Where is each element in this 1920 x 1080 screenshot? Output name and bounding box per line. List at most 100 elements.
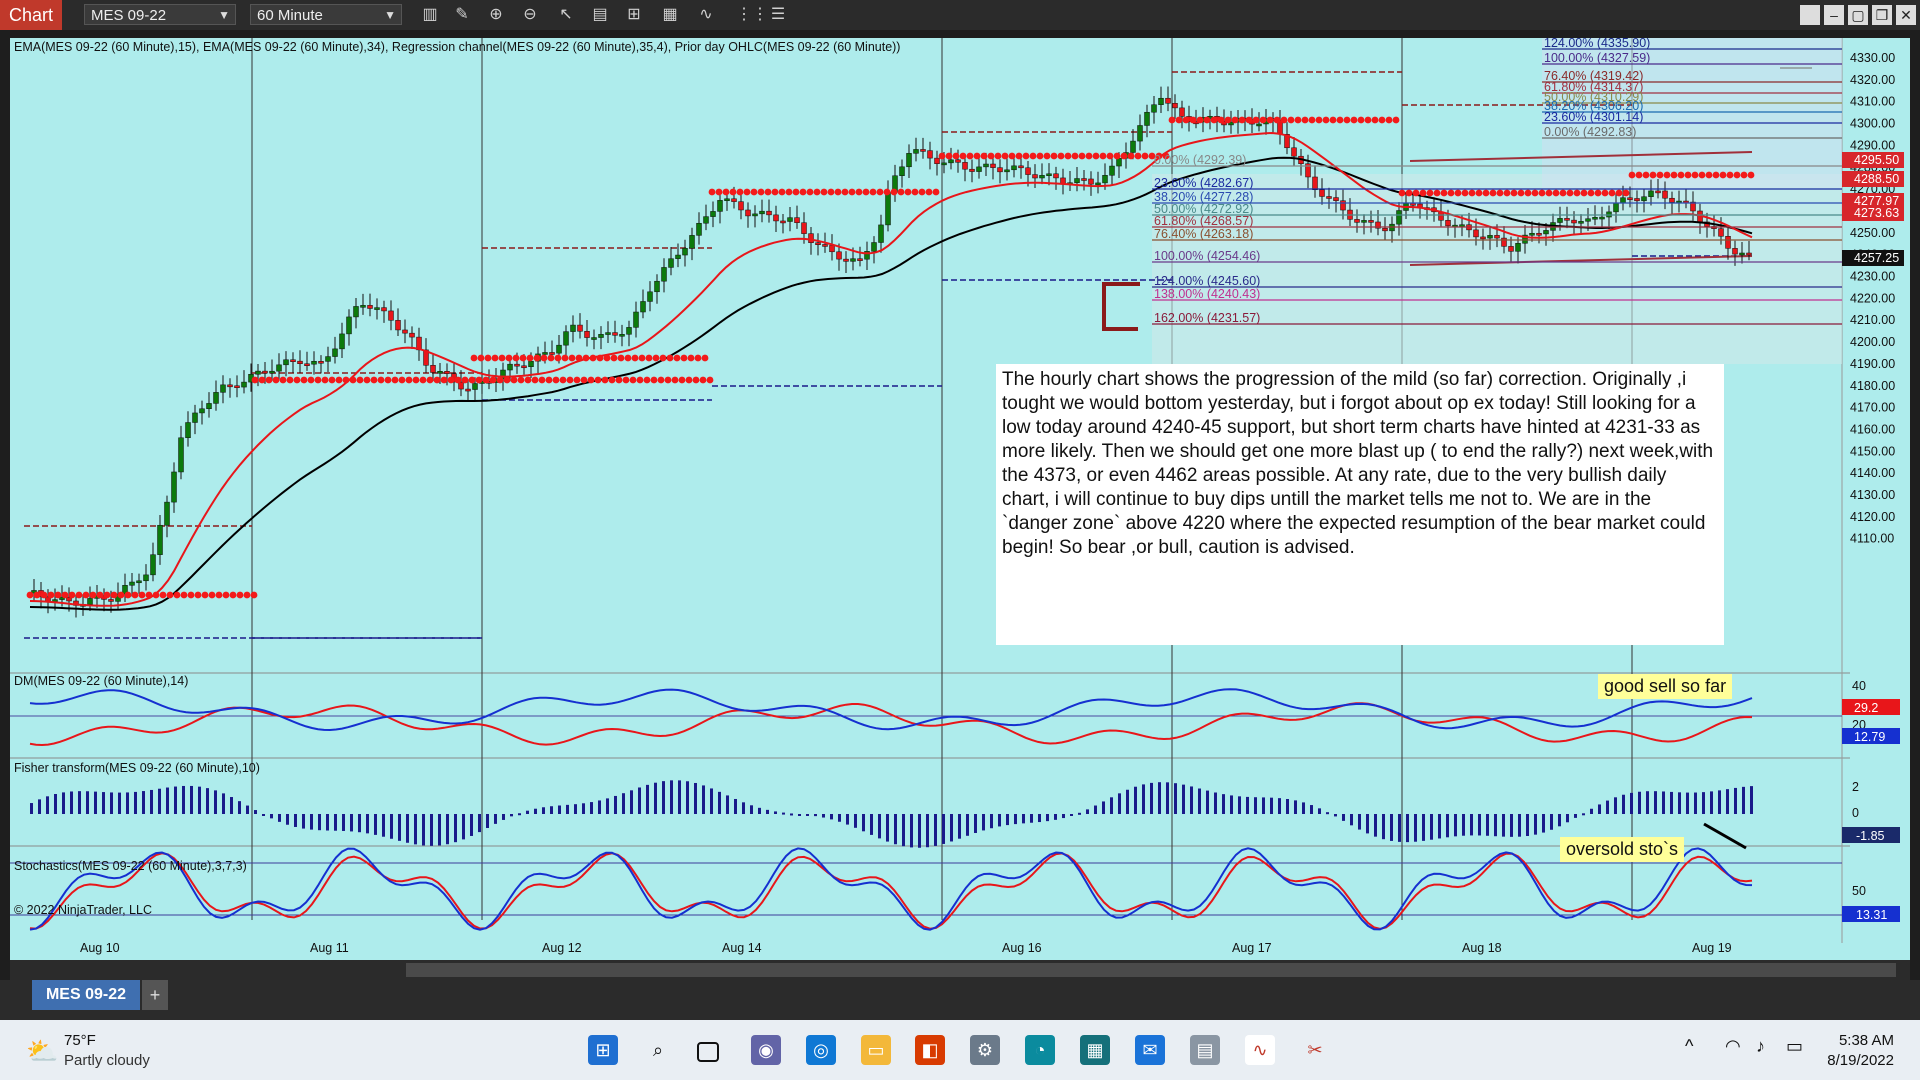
fisher-bar <box>230 797 233 814</box>
scrollbar-thumb[interactable] <box>406 963 1896 977</box>
price-marker: 4288.50 <box>1842 171 1904 187</box>
fisher-bar <box>1054 814 1057 820</box>
fisher-bar <box>558 805 561 814</box>
close-dot <box>973 152 981 160</box>
close-dot <box>47 591 55 599</box>
close-dot <box>638 354 646 362</box>
file-explorer-icon[interactable]: ▭ <box>861 1035 891 1065</box>
ninjatrader-icon[interactable]: ∿ <box>1245 1035 1275 1065</box>
fisher-bar <box>910 814 913 848</box>
fisher-bar <box>702 785 705 814</box>
draw-icon[interactable]: ✎ <box>452 5 472 25</box>
restore-icon[interactable]: ❐ <box>1872 5 1892 25</box>
close-dot <box>377 376 385 384</box>
fisher-bar <box>1102 801 1105 814</box>
strategy-icon[interactable]: ∿ <box>696 5 716 25</box>
chevron-up-icon[interactable]: ^ <box>1685 1036 1693 1057</box>
fisher-bar <box>918 814 921 848</box>
instrument-tab[interactable]: MES 09-22 <box>32 980 140 1010</box>
candle <box>829 234 835 261</box>
mail-icon[interactable]: ✉ <box>1135 1035 1165 1065</box>
fisher-bar <box>814 814 817 817</box>
price-tick: 4290.00 <box>1850 138 1895 152</box>
clock-time[interactable]: 5:38 AM <box>1832 1032 1894 1049</box>
close-dot <box>300 376 308 384</box>
instrument-selector-value: MES 09-22 <box>91 7 167 24</box>
close-dot <box>1203 116 1211 124</box>
close-dot <box>622 376 630 384</box>
chart-panel[interactable]: 4330.004320.004310.004300.004290.004280.… <box>10 38 1910 960</box>
snipping-tool-icon[interactable]: ✂ <box>1300 1035 1330 1065</box>
templates-icon[interactable]: ⊞ <box>624 5 644 25</box>
wifi-icon[interactable]: ◠ <box>1725 1036 1741 1057</box>
fisher-bar <box>598 800 601 814</box>
chart-window-tab[interactable]: Chart <box>0 0 62 30</box>
maximize-icon[interactable]: ▢ <box>1848 5 1868 25</box>
clock-date[interactable]: 8/19/2022 <box>1818 1052 1894 1069</box>
candle <box>1018 156 1024 179</box>
candle <box>962 156 968 182</box>
volume-icon[interactable]: ♪ <box>1756 1036 1765 1057</box>
pin-icon[interactable] <box>1800 5 1820 25</box>
fisher-bar <box>46 796 49 814</box>
instrument-selector[interactable]: MES 09-22 ▼ <box>84 4 236 25</box>
close-dot <box>757 188 765 196</box>
candle <box>31 579 37 602</box>
close-dot <box>862 188 870 196</box>
grid-icon[interactable]: ⋮⋮ <box>736 5 768 25</box>
bars-icon[interactable]: ▥ <box>420 5 440 25</box>
weather-condition[interactable]: Partly cloudy <box>64 1052 150 1069</box>
weather-temp[interactable]: 75°F <box>64 1032 96 1049</box>
candle <box>220 375 226 404</box>
pointer-icon[interactable]: ↖ <box>556 5 576 25</box>
zoom-in-icon[interactable]: ⊕ <box>486 5 506 25</box>
candle <box>759 199 765 223</box>
menu-icon[interactable]: ☰ <box>768 5 788 25</box>
settings-icon[interactable]: ⚙ <box>970 1035 1000 1065</box>
fisher-bar <box>1582 813 1585 816</box>
horizontal-scrollbar[interactable] <box>10 960 1910 980</box>
properties-icon[interactable]: ▤ <box>590 5 610 25</box>
close-dot <box>187 591 195 599</box>
candle <box>367 293 373 317</box>
office-icon[interactable]: ◧ <box>915 1035 945 1065</box>
close-dot <box>1705 171 1713 179</box>
fib-lower-label: 0.00% (4292.39) <box>1154 153 1246 167</box>
calculator-icon[interactable]: ▤ <box>1190 1035 1220 1065</box>
minimize-icon[interactable]: – <box>1824 5 1844 25</box>
fisher-bar <box>150 789 153 814</box>
fisher-bar <box>1414 814 1417 842</box>
calculator-grid-icon[interactable]: ▦ <box>1080 1035 1110 1065</box>
add-tab-button[interactable]: + <box>142 980 168 1010</box>
fisher-bar <box>478 814 481 833</box>
fisher-bar <box>222 793 225 814</box>
candle <box>395 308 401 337</box>
date-tick: Aug 11 <box>310 941 349 955</box>
close-dot <box>461 376 469 384</box>
close-icon[interactable]: ✕ <box>1896 5 1916 25</box>
search-icon[interactable]: ⌕ <box>643 1035 673 1065</box>
battery-icon[interactable]: ▭ <box>1786 1036 1803 1057</box>
teams-icon[interactable]: ◉ <box>751 1035 781 1065</box>
title-bar: Chart MES 09-22 ▼ 60 Minute ▼ ▥ ✎ ⊕ ⊖ ↖ … <box>0 0 1920 30</box>
data-box-icon[interactable]: ▦ <box>660 5 680 25</box>
edge-icon[interactable]: ◔ <box>1025 1035 1055 1065</box>
zoom-out-icon[interactable]: ⊖ <box>520 5 540 25</box>
candle <box>192 404 198 435</box>
task-view-icon[interactable] <box>697 1042 719 1062</box>
fisher-bar <box>534 808 537 814</box>
fisher-bar <box>870 814 873 835</box>
windows-start-icon[interactable]: ⊞ <box>588 1035 618 1065</box>
fisher-bar <box>294 814 297 827</box>
close-dot <box>1440 189 1448 197</box>
fisher-bar <box>1398 814 1401 842</box>
stoch-panel-label: Stochastics(MES 09-22 (60 Minute),3,7,3) <box>14 859 247 873</box>
fisher-bar <box>1446 814 1449 838</box>
store-icon[interactable]: ◎ <box>806 1035 836 1065</box>
close-dot <box>994 152 1002 160</box>
close-dot <box>1622 189 1630 197</box>
close-dot <box>335 376 343 384</box>
interval-selector[interactable]: 60 Minute ▼ <box>250 4 402 25</box>
close-dot <box>1635 171 1643 179</box>
fisher-bar <box>606 798 609 814</box>
